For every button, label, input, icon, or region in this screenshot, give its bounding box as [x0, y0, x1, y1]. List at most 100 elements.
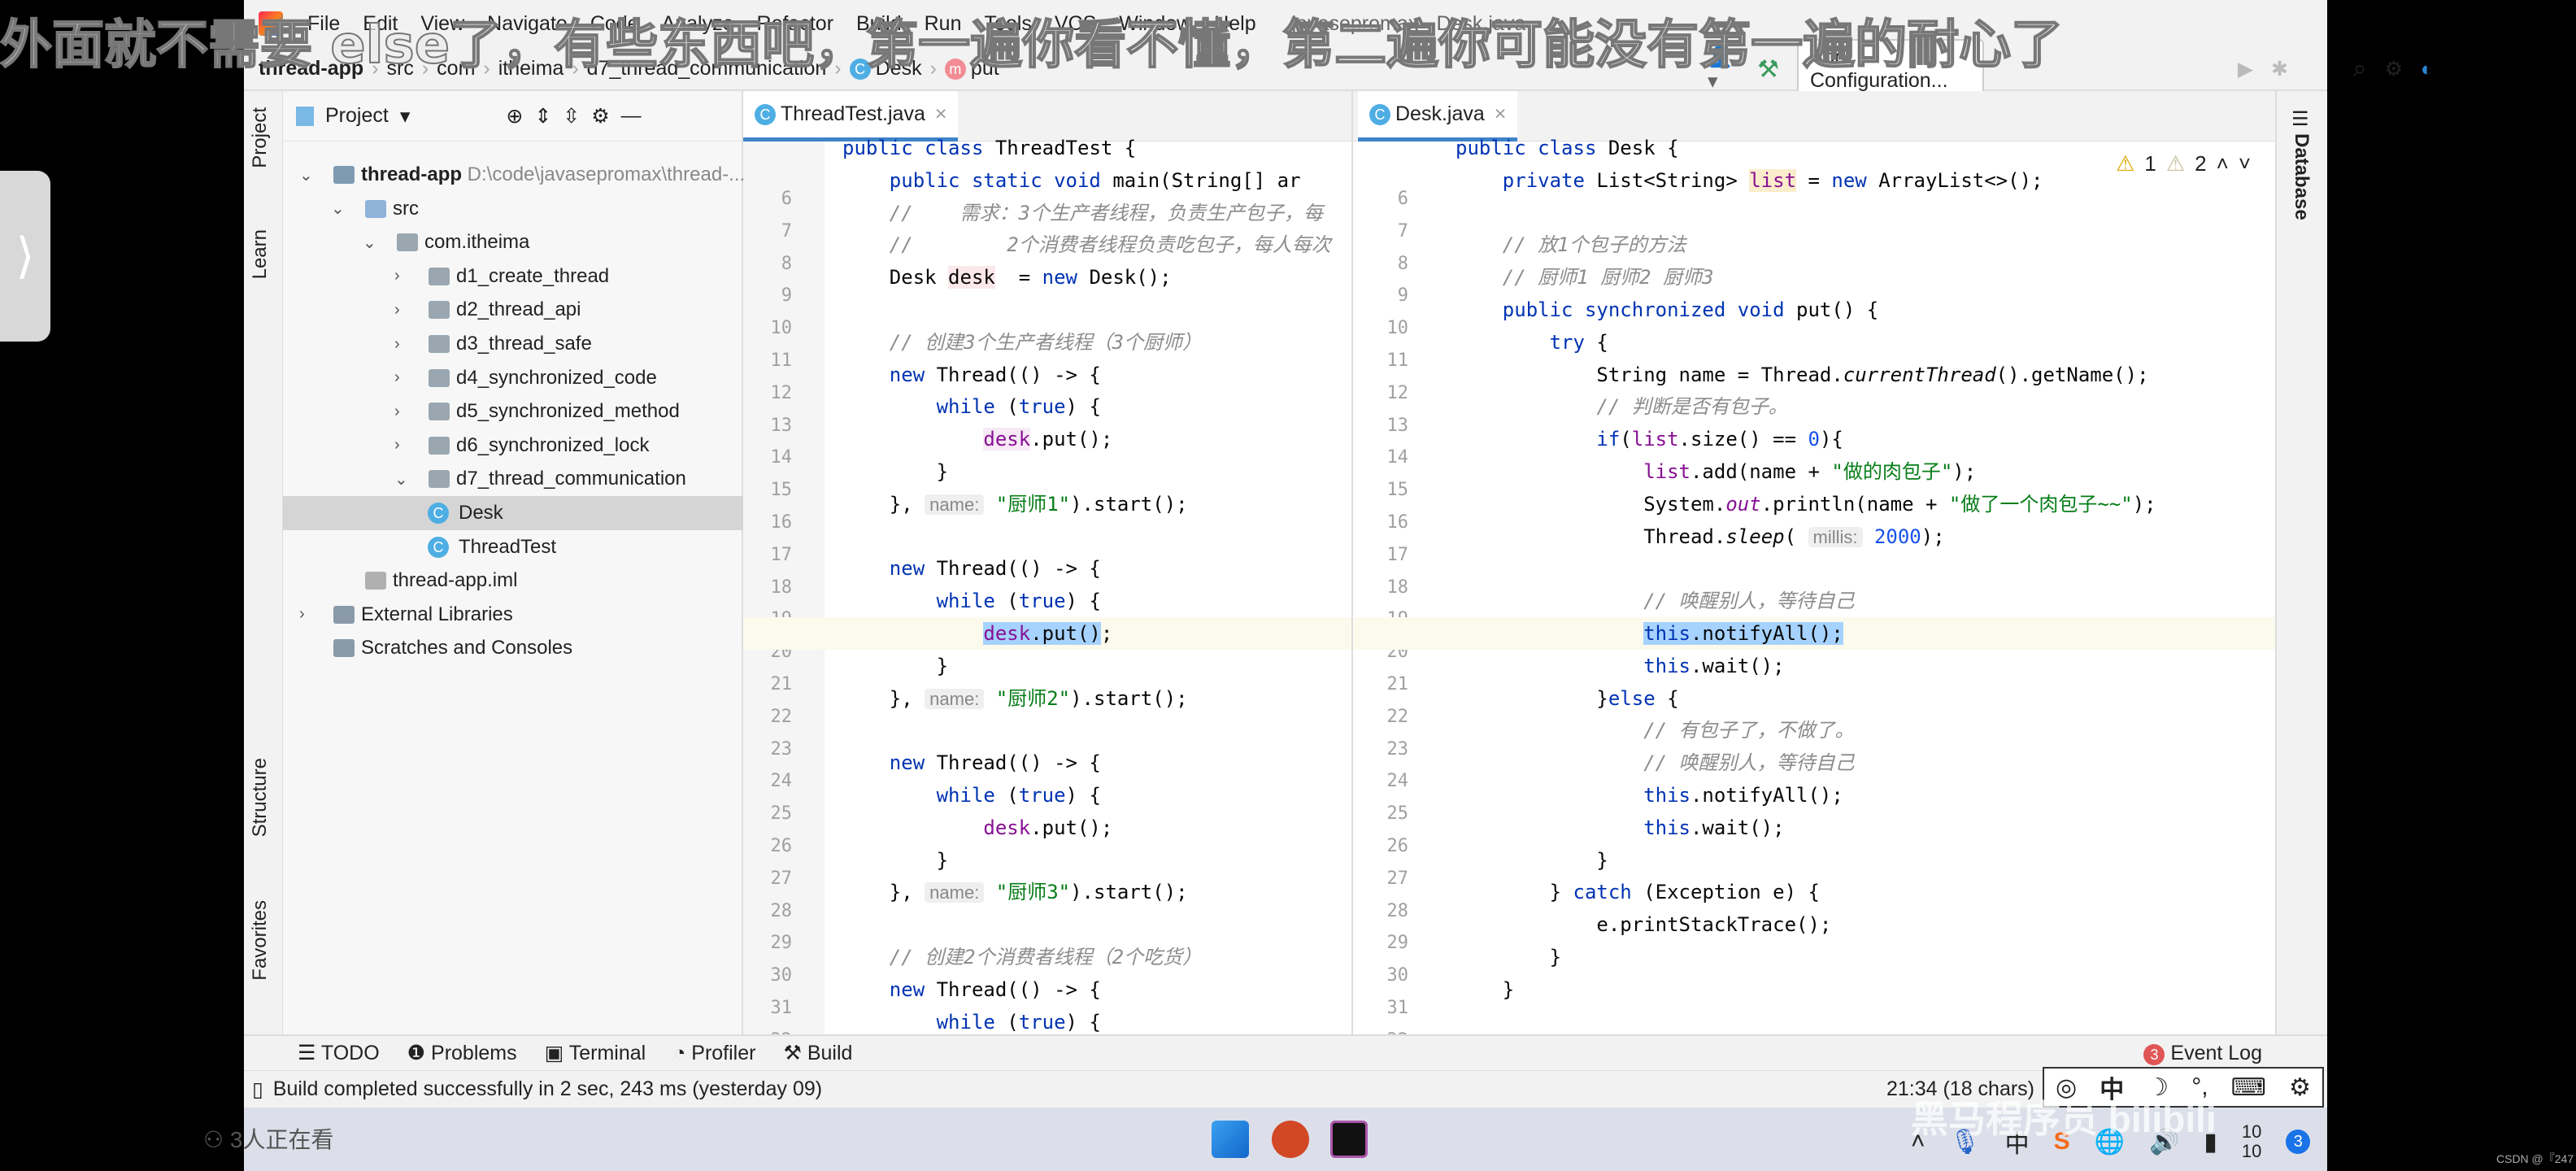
chevron-down-icon[interactable]: ⌄ [331, 198, 345, 219]
code-line[interactable]: this.wait(); [1456, 650, 1784, 682]
close-icon[interactable]: × [1495, 102, 1507, 126]
code-line[interactable]: if(list.size() == 0){ [1456, 423, 1843, 455]
keyboard-icon[interactable]: ⌨ [2231, 1073, 2266, 1102]
code-line[interactable]: // 创建3个生产者线程（3个厨师） [842, 326, 1202, 359]
chevron-right-icon[interactable]: › [394, 301, 400, 320]
tab-todo[interactable]: ☰ TODO [298, 1041, 380, 1065]
code-line[interactable]: // 唤醒别人，等待自己 [1456, 585, 1854, 617]
code-line[interactable]: public static void main(String[] ar [842, 164, 1301, 197]
tab-project[interactable]: Project [249, 107, 272, 168]
tab-database[interactable]: Database [2290, 133, 2313, 220]
menu-analyze[interactable]: Analyze [651, 12, 746, 36]
chevron-right-icon[interactable]: › [394, 403, 400, 421]
code-line[interactable]: desk.put(); [842, 423, 1112, 455]
code-line[interactable]: }, name: "厨师2").start(); [842, 682, 1188, 715]
code-line[interactable]: // 放1个包子的方法 [1456, 229, 1686, 261]
code-line[interactable]: while (true) { [842, 779, 1101, 812]
code-line[interactable]: private List<String> list = new ArrayLis… [1456, 164, 2043, 197]
menu-refactor[interactable]: Refactor [746, 12, 845, 36]
breadcrumb-package[interactable]: d7_thread_communication [582, 57, 832, 81]
breadcrumb-put[interactable]: m put [940, 57, 1004, 81]
notification-badge[interactable]: 3 [2286, 1130, 2311, 1154]
project-view-selector[interactable]: Project [325, 104, 389, 128]
tab-learn[interactable]: Learn [249, 229, 272, 279]
editor-threadtest[interactable]: C ThreadTest.java × 6 7 8 9 10 11 12 13 14 15 16 17 18… [743, 91, 1353, 1034]
search-icon[interactable]: ⌕ [2353, 55, 2367, 83]
breadcrumb-itheima[interactable]: itheima [494, 57, 569, 81]
debug-icon[interactable]: ✱ [2271, 57, 2288, 81]
menu-view[interactable]: View [409, 12, 476, 36]
locate-icon[interactable]: ⊕ [506, 104, 523, 128]
code-line[interactable]: this.notifyAll(); [1456, 617, 1843, 650]
code-line[interactable]: } catch (Exception e) { [1456, 876, 1820, 908]
code-line[interactable]: this.wait(); [1456, 812, 1784, 844]
menu-navigate[interactable]: Navigate [476, 12, 579, 36]
code-line[interactable]: Desk desk = new Desk(); [842, 261, 1172, 294]
chevron-down-icon[interactable]: ⌄ [299, 165, 313, 185]
code-line[interactable]: } [1456, 973, 1514, 1006]
tab-build[interactable]: ⚒ Build [783, 1041, 852, 1065]
menu-window[interactable]: Window [1107, 12, 1203, 36]
windows-start-icon[interactable] [1212, 1121, 1249, 1158]
build-hammer-icon[interactable]: ⚒ [1757, 55, 1779, 84]
tree-item[interactable]: C ThreadTest [283, 530, 743, 564]
update-icon[interactable]: ◐ [2421, 58, 2433, 81]
code-line[interactable]: String name = Thread.currentThread().get… [1456, 359, 2148, 391]
chevron-down-icon[interactable]: ⌄ [363, 233, 376, 253]
code-line[interactable]: } [842, 844, 948, 877]
tree-item[interactable]: thread-app.iml [283, 564, 743, 598]
tab-favorites[interactable]: Favorites [249, 900, 272, 981]
menu-help[interactable]: Help [1203, 12, 1267, 36]
menu-build[interactable]: Build [845, 12, 913, 36]
code-line[interactable]: this.notifyAll(); [1456, 779, 1843, 812]
menu-file[interactable]: File [296, 12, 351, 36]
chevron-down-icon[interactable]: ˅ [2239, 151, 2251, 176]
code-line[interactable]: }, name: "厨师1").start(); [842, 488, 1188, 520]
chevron-right-icon[interactable]: › [394, 368, 400, 387]
breadcrumb-thread-app[interactable]: thread-app [254, 57, 368, 81]
tree-item[interactable]: › d4_synchronized_code [283, 361, 743, 395]
intellij-taskbar-icon[interactable] [1330, 1121, 1368, 1158]
tree-item[interactable]: C Desk [283, 496, 743, 530]
code-line[interactable]: }, name: "厨师3").start(); [842, 876, 1188, 908]
code-line[interactable]: public synchronized void put() { [1456, 294, 1878, 326]
inspection-widget[interactable]: ⚠ 1 ⚠ 2 ˄ ˅ [2116, 151, 2251, 176]
user-icon[interactable]: 👤▾ [1708, 46, 1739, 94]
code-line[interactable]: // 判断是否有包子。 [1456, 390, 1787, 423]
code-line[interactable]: public class ThreadTest { [842, 132, 1136, 164]
tree-item[interactable]: ⌄ thread-app D:\code\javasepromax\thread-… [283, 158, 745, 192]
code-line[interactable]: // 2个消费者线程负责吃包子，每人每次 [842, 229, 1331, 261]
gear-icon[interactable]: ⚙ [591, 104, 609, 128]
chevron-right-icon[interactable]: › [394, 267, 400, 285]
code-line[interactable]: } [842, 650, 948, 682]
editor-desk[interactable]: CDesk.java× 6789101112131415161718192021… [1353, 91, 2277, 1034]
tab-problems[interactable]: ❶ Problems [407, 1041, 517, 1065]
chevron-right-icon[interactable]: › [394, 436, 400, 455]
event-log-button[interactable]: 3 Event Log [2143, 1042, 2262, 1065]
menu-tools[interactable]: Tools [973, 12, 1042, 36]
code-line[interactable]: desk.put(); [842, 617, 1112, 650]
code-line[interactable]: Thread.sleep( millis: 2000); [1456, 520, 1944, 553]
breadcrumb-src[interactable]: src [382, 57, 419, 81]
tree-item[interactable]: › d6_synchronized_lock [283, 429, 743, 463]
close-icon[interactable]: × [935, 102, 947, 126]
menu-edit[interactable]: Edit [351, 12, 409, 36]
hide-icon[interactable]: — [621, 104, 642, 128]
tree-item[interactable]: ⌄ src [283, 192, 743, 226]
code-line[interactable]: list.add(name + "做的肉包子"); [1456, 455, 1976, 488]
code-line[interactable]: desk.put(); [842, 812, 1112, 844]
breadcrumb-com[interactable]: com [432, 57, 480, 81]
chevron-down-icon[interactable]: ⌄ [394, 469, 408, 490]
code-line[interactable]: e.printStackTrace(); [1456, 908, 1831, 941]
code-line[interactable]: // 创建2个消费者线程（2个吃货） [842, 941, 1202, 973]
code-line[interactable]: // 唤醒别人，等待自己 [1456, 747, 1854, 779]
menu-vcs[interactable]: VCS [1043, 12, 1107, 36]
code-line[interactable]: } [1456, 844, 1608, 877]
tree-item[interactable]: ⌄ d7_thread_communication [283, 462, 743, 496]
menu-code[interactable]: Code [579, 12, 651, 36]
tree-item[interactable]: › d2_thread_api [283, 293, 743, 327]
collapse-all-icon[interactable]: ⇳ [563, 104, 580, 128]
tab-structure[interactable]: Structure [249, 758, 272, 837]
chevron-up-icon[interactable]: ˄ [2217, 151, 2229, 176]
chevron-right-icon[interactable]: › [299, 605, 305, 624]
